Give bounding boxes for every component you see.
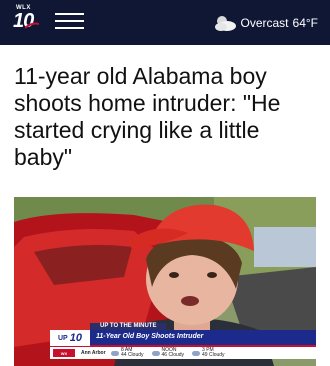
lower-third-logo: UP 10 (50, 330, 90, 346)
ticker-weather-badge: WX (53, 349, 75, 357)
lower-third-logo-text: UP (58, 334, 68, 342)
menu-line (55, 27, 84, 29)
station-logo[interactable]: WLX 10 (13, 5, 43, 32)
ticker-forecast-item: 8 AM 44 Cloudy (111, 348, 144, 358)
lower-third-weather-ticker: WX Ann Arbor 8 AM 44 Cloudy NOON 46 Clou… (50, 347, 316, 359)
hamburger-menu-icon[interactable] (55, 11, 84, 31)
article-headline: 11-year old Alabama boy shoots home intr… (14, 63, 281, 170)
menu-line (55, 13, 84, 15)
weather-widget[interactable]: Overcast 64°F (213, 12, 318, 34)
ticker-forecast-item: NOON 46 Cloudy (151, 348, 185, 358)
lower-third-headline: 11-Year Old Boy Shoots Intruder (96, 333, 204, 340)
forecast-condition: 46 Cloudy (161, 352, 185, 358)
lower-third-tag: UP TO THE MINUTE (90, 323, 167, 330)
weather-condition: Overcast (240, 16, 289, 30)
weather-temperature: 64°F (292, 16, 318, 30)
cloud-icon (151, 350, 160, 356)
forecast-condition: 44 Cloudy (121, 352, 144, 358)
logo-swoosh-icon (25, 22, 39, 29)
cloud-icon (111, 350, 119, 356)
top-bar: WLX 10 Overcast 64°F (0, 0, 330, 45)
cloud-icon (192, 350, 201, 356)
article-video[interactable]: UP TO THE MINUTE UP 10 11-Year Old Boy S… (14, 197, 316, 366)
ticker-forecast-item: 3 PM 49 Cloudy (192, 348, 225, 358)
forecast-condition: 49 Cloudy (202, 352, 225, 358)
ticker-city: Ann Arbor (81, 350, 106, 356)
partly-cloudy-icon (214, 16, 236, 31)
menu-line (55, 20, 84, 22)
lower-third-logo-number: 10 (69, 332, 82, 344)
